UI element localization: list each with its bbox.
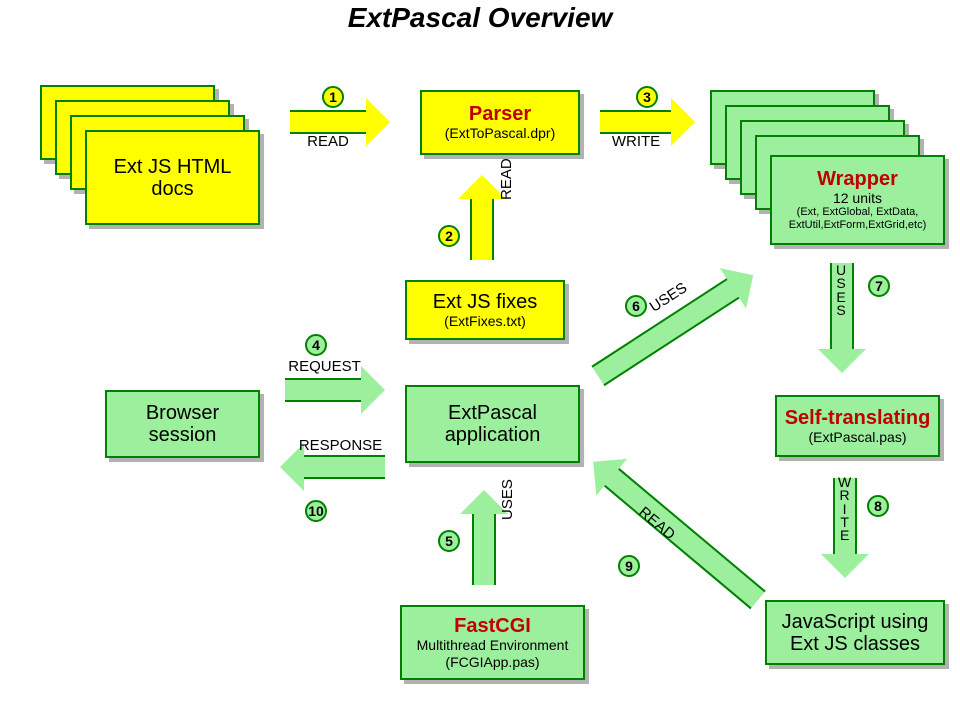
box-text: Browser session — [113, 402, 252, 446]
box-heading: Self-translating — [785, 407, 931, 429]
diagram-title: ExtPascal Overview — [0, 2, 960, 34]
step-badge-3: 3 — [636, 86, 658, 108]
box-subtext: Multithread Environment — [417, 637, 569, 653]
arrow-uses-fastcgi — [472, 490, 496, 585]
box-self-translating: Self-translating (ExtPascal.pas) — [775, 395, 940, 457]
step-badge-4: 4 — [305, 334, 327, 356]
arrow-label: USES USES — [836, 264, 846, 317]
arrow-label: REQUEST — [282, 358, 367, 375]
arrow-read-docs-parser — [290, 110, 390, 134]
box-subtext: (ExtFixes.txt) — [444, 313, 526, 329]
arrow-label: WRITE — [598, 133, 674, 150]
step-badge-5: 5 — [438, 530, 460, 552]
box-text: Ext JS HTML docs — [93, 156, 252, 200]
arrow-label: USES — [499, 479, 516, 520]
box-fastcgi: FastCGI Multithread Environment (FCGIApp… — [400, 605, 585, 680]
box-heading: Parser — [469, 103, 531, 125]
step-badge-10: 10 — [305, 500, 327, 522]
arrow-read-fixes-parser — [470, 175, 494, 260]
box-extjs-docs: Ext JS HTML docs — [85, 130, 260, 225]
box-text: Ext JS fixes — [433, 291, 537, 313]
box-browser-session: Browser session — [105, 390, 260, 458]
step-badge-7: 7 — [868, 275, 890, 297]
box-subtext: (FCGIApp.pas) — [445, 654, 539, 670]
arrow-label: RESPONSE — [293, 437, 388, 454]
arrow-label: READ — [290, 133, 366, 150]
step-badge-9: 9 — [618, 555, 640, 577]
arrow-request — [285, 378, 385, 402]
box-wrapper: Wrapper 12 units (Ext, ExtGlobal, ExtDat… — [770, 155, 945, 245]
box-subtext: (Ext, ExtGlobal, ExtData, ExtUtil,ExtFor… — [778, 206, 937, 231]
box-subtext: (ExtToPascal.dpr) — [445, 125, 555, 141]
step-badge-6: 6 — [625, 295, 647, 317]
step-badge-8: 8 — [867, 495, 889, 517]
box-parser: Parser (ExtToPascal.dpr) — [420, 90, 580, 155]
step-badge-2: 2 — [438, 225, 460, 247]
arrow-write-parser-wrapper — [600, 110, 695, 134]
box-extjs-fixes: Ext JS fixes (ExtFixes.txt) — [405, 280, 565, 340]
box-text: ExtPascal application — [413, 402, 572, 446]
box-js-classes: JavaScript using Ext JS classes — [765, 600, 945, 665]
box-heading: Wrapper — [817, 168, 898, 190]
box-subtext: 12 units — [833, 190, 882, 206]
arrow-label: WRITE WRITE — [838, 476, 851, 542]
box-text: JavaScript using Ext JS classes — [773, 611, 937, 655]
arrow-label: READ — [498, 158, 515, 200]
box-subtext: (ExtPascal.pas) — [808, 429, 906, 445]
box-extpascal-app: ExtPascal application — [405, 385, 580, 463]
box-heading: FastCGI — [454, 615, 531, 637]
arrow-response — [280, 455, 385, 479]
step-badge-1: 1 — [322, 86, 344, 108]
